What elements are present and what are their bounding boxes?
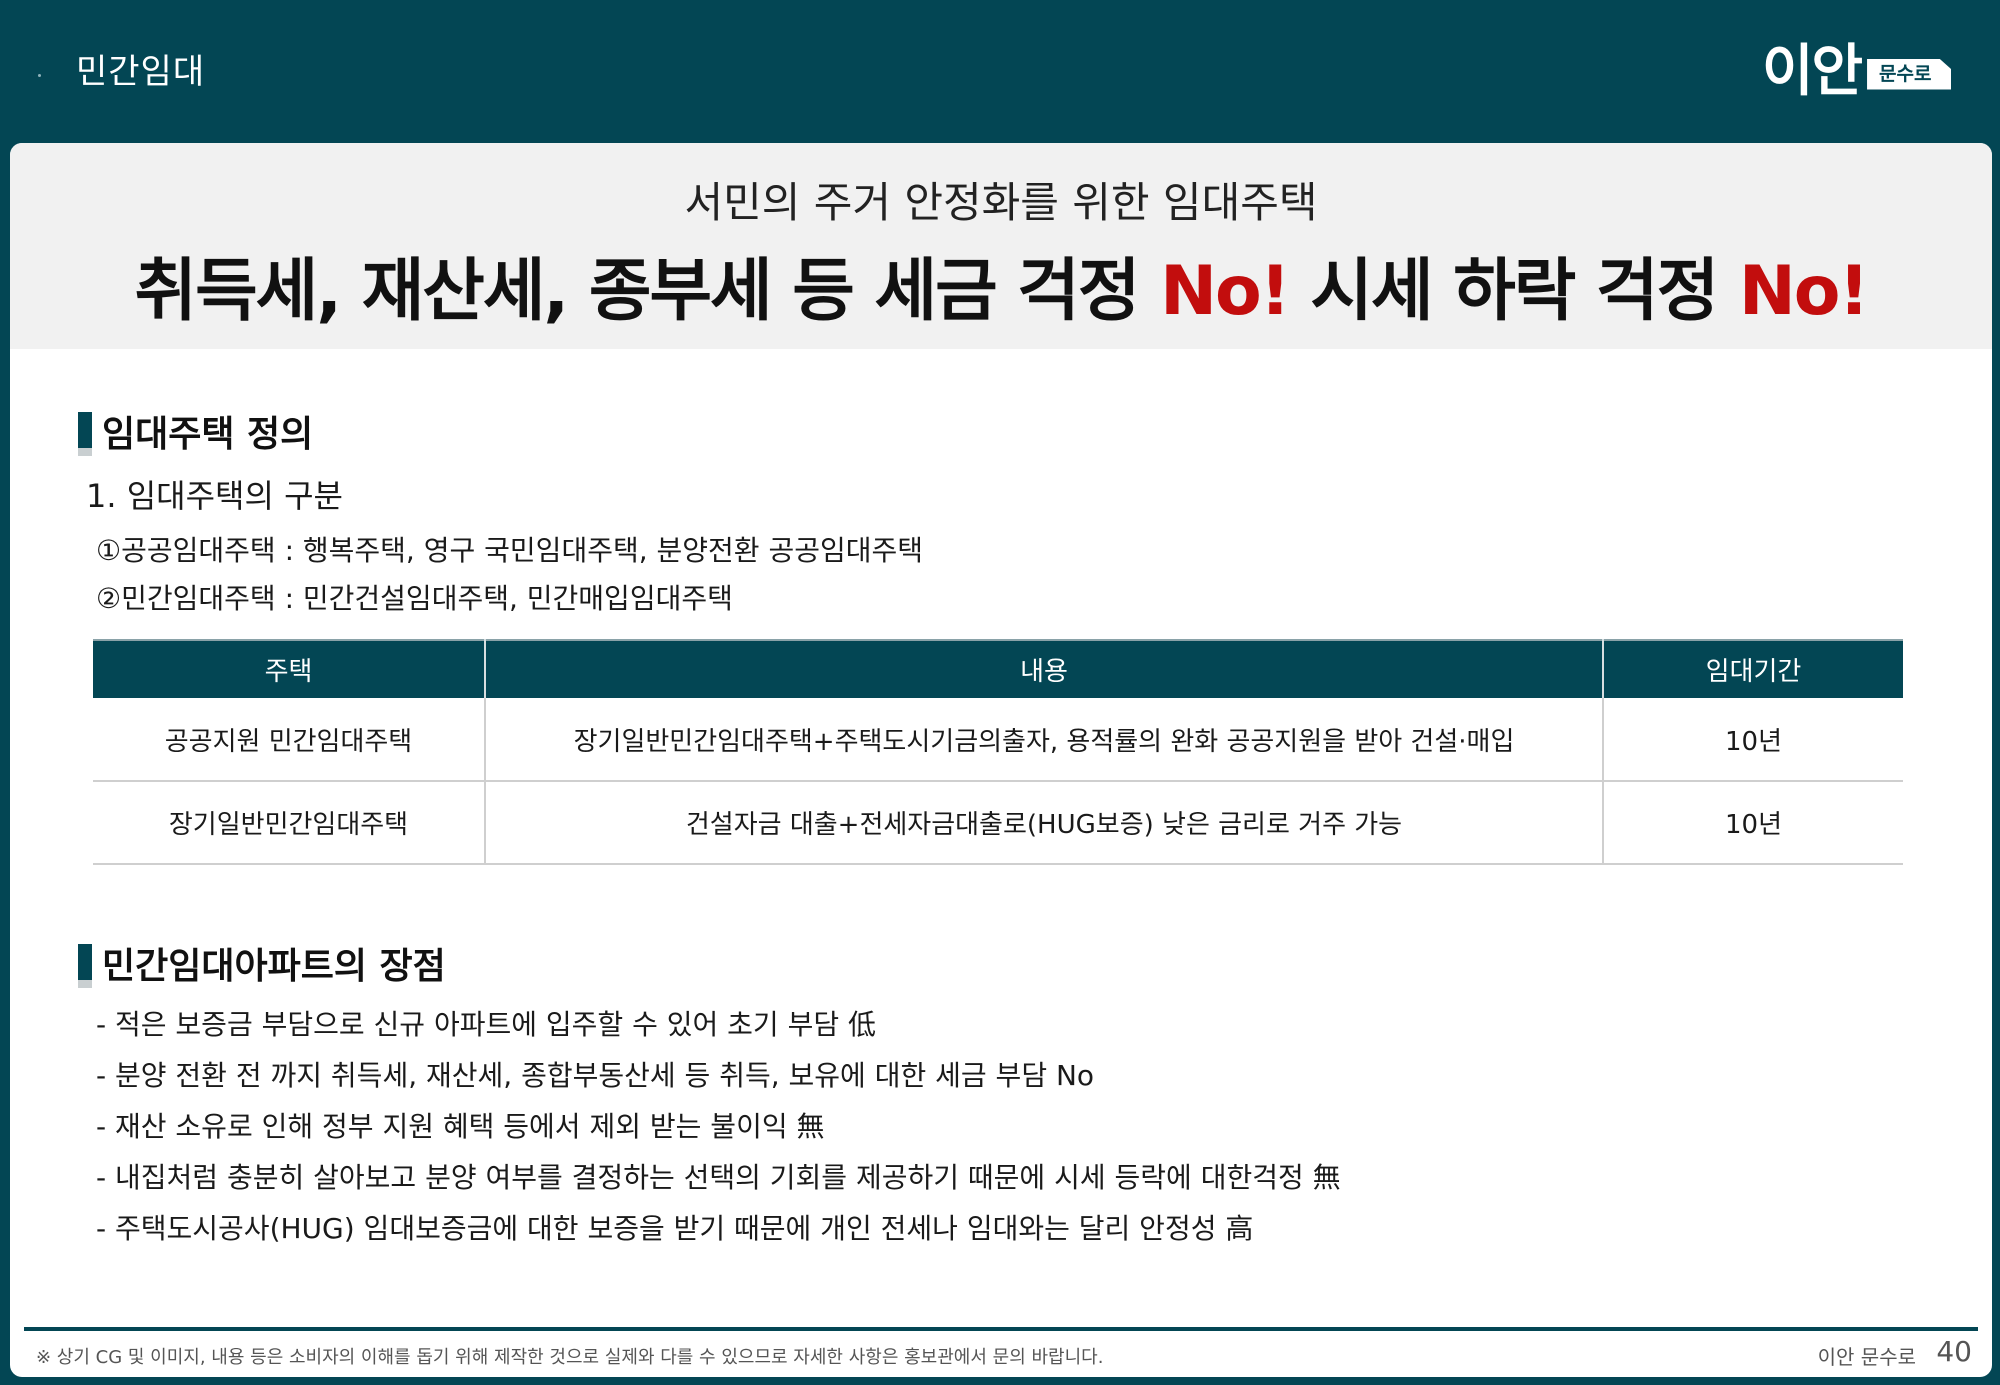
hero-headline-part2: 시세 하락 걱정 [1288, 252, 1739, 331]
table-header-row: 주택 내용 임대기간 [93, 639, 1903, 698]
footer-brand: 이안 문수로 [1817, 1345, 1916, 1369]
definition-item-private: ②민간임대주택 : 민간건설임대주택, 민간매입임대주택 [96, 582, 733, 615]
advantage-item: - 분양 전환 전 까지 취득세, 재산세, 종합부동산세 등 취득, 보유에 … [96, 1059, 1095, 1092]
table-header-period: 임대기간 [1603, 639, 1903, 698]
table-cell-period: 10년 [1603, 781, 1903, 865]
section-advantages-heading: 민간임대아파트의 장점 [78, 937, 446, 989]
definition-subhead: 1. 임대주택의 구분 [86, 477, 343, 515]
table-header-content: 내용 [485, 639, 1604, 698]
table-cell-content: 건설자금 대출+전세자금대출로(HUG보증) 낮은 금리로 거주 가능 [485, 781, 1604, 865]
table-row: 공공지원 민간임대주택 장기일반민간임대주택+주택도시기금의출자, 용적률의 완… [93, 698, 1903, 782]
table-row: 장기일반민간임대주택 건설자금 대출+전세자금대출로(HUG보증) 낮은 금리로… [93, 781, 1903, 865]
page-number: 40 [1936, 1335, 1972, 1368]
hero-headline: 취득세, 재산세, 종부세 등 세금 걱정 No! 시세 하락 걱정 No! [10, 235, 1992, 334]
hero-headline-part1: 취득세, 재산세, 종부세 등 세금 걱정 [134, 252, 1161, 331]
hero-subtitle: 서민의 주거 안정화를 위한 임대주택 [684, 178, 1318, 227]
table-cell-period: 10년 [1603, 698, 1903, 782]
header-bar: 민간임대 이안 문수로 [0, 0, 2000, 142]
section-advantages-title: 민간임대아파트의 장점 [102, 946, 446, 987]
section-marker-icon [78, 412, 92, 456]
hero-banner: 서민의 주거 안정화를 위한 임대주택 취득세, 재산세, 종부세 등 세금 걱… [10, 143, 1992, 349]
section-definition-heading: 임대주택 정의 [78, 405, 313, 457]
hero-headline-no1: No! [1160, 252, 1291, 331]
brand-logo: 이안 문수로 [1762, 39, 1952, 104]
definition-item-public: ①공공임대주택 : 행복주택, 영구 국민임대주택, 분양전환 공공임대주택 [96, 534, 924, 567]
table-cell-housing: 장기일반민간임대주택 [93, 781, 486, 865]
header-title: 민간임대 [76, 52, 206, 92]
table-cell-content: 장기일반민간임대주택+주택도시기금의출자, 용적률의 완화 공공지원을 받아 건… [485, 698, 1604, 782]
section-definition-title: 임대주택 정의 [102, 414, 314, 455]
header-dot [38, 74, 41, 77]
brand-logo-tag: 문수로 [1867, 58, 1952, 90]
hero-headline-no2: No! [1738, 252, 1870, 331]
rental-type-table: 주택 내용 임대기간 공공지원 민간임대주택 장기일반민간임대주택+주택도시기금… [93, 639, 1903, 865]
advantage-item: - 내집처럼 충분히 살아보고 분양 여부를 결정하는 선택의 기회를 제공하기… [96, 1161, 1341, 1194]
footer-disclaimer: ※ 상기 CG 및 이미지, 내용 등은 소비자의 이해를 돕기 위해 제작한 … [36, 1347, 1104, 1368]
advantage-item: - 재산 소유로 인해 정부 지원 혜택 등에서 제외 받는 불이익 無 [96, 1110, 825, 1143]
table-header-housing: 주택 [93, 639, 486, 698]
brand-logo-main: 이안 [1762, 39, 1863, 104]
section-marker-icon [78, 944, 92, 988]
advantage-item: - 주택도시공사(HUG) 임대보증금에 대한 보증을 받기 때문에 개인 전세… [96, 1212, 1254, 1245]
content-card: 서민의 주거 안정화를 위한 임대주택 취득세, 재산세, 종부세 등 세금 걱… [10, 143, 1992, 1377]
footer-divider [24, 1327, 1978, 1331]
advantage-item: - 적은 보증금 부담으로 신규 아파트에 입주할 수 있어 초기 부담 低 [96, 1008, 877, 1041]
table-cell-housing: 공공지원 민간임대주택 [93, 698, 486, 782]
